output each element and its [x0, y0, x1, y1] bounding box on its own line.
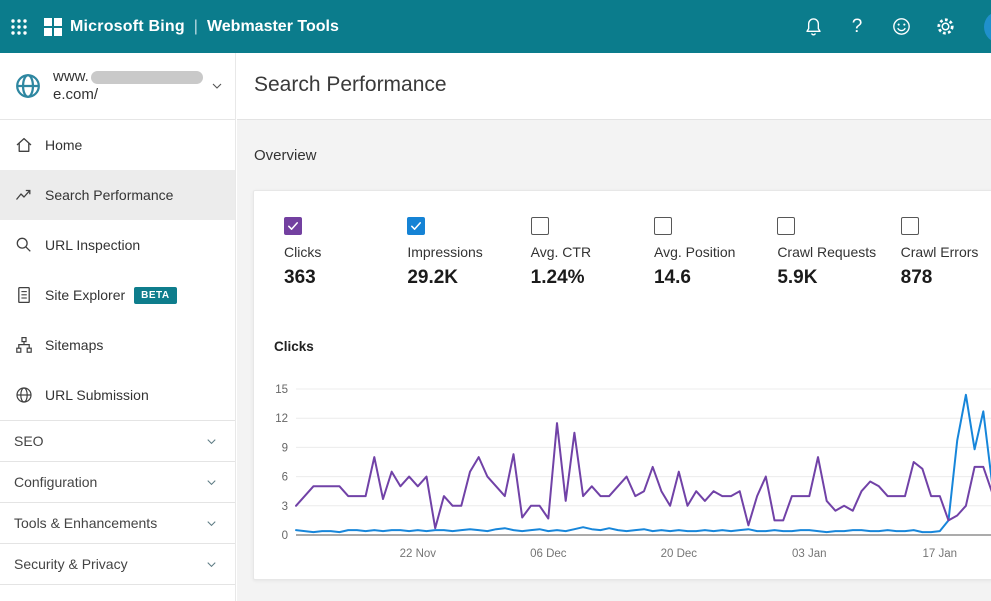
search-icon — [14, 235, 34, 255]
brand-name: Microsoft Bing — [70, 18, 185, 36]
sitemaps-icon — [14, 335, 34, 355]
page-title: Search Performance — [237, 53, 991, 97]
settings-gear-icon[interactable] — [923, 0, 967, 53]
overview-section-label: Overview — [237, 120, 991, 164]
site-explorer-icon — [14, 285, 34, 305]
chevron-down-icon — [204, 516, 219, 531]
metric-value: 878 — [901, 267, 991, 289]
beta-badge: BETA — [134, 287, 176, 304]
sidebar-section-configuration[interactable]: Configuration — [0, 462, 235, 503]
metric-crawl-errors: Crawl Errors 878 — [901, 217, 991, 289]
sidebar-item-search-performance[interactable]: Search Performance — [0, 170, 235, 220]
metric-label: Avg. Position — [654, 244, 777, 260]
check-icon — [286, 219, 300, 233]
svg-text:06 Dec: 06 Dec — [530, 548, 567, 560]
metrics-row: Clicks 363 Impressions 29.2K Avg. CTR 1.… — [254, 191, 991, 289]
clicks-chart-svg: 0 3 6 9 12 15 22 Nov 06 Dec 20 Dec 03 Jan 17 Jan — [254, 359, 991, 567]
metric-avg-position: Avg. Position 14.6 — [654, 217, 777, 289]
app-launcher-waffle-icon[interactable] — [0, 0, 38, 53]
content-header: Search Performance — [237, 53, 991, 120]
impressions-checkbox[interactable] — [407, 217, 425, 235]
metric-impressions: Impressions 29.2K — [407, 217, 530, 289]
sidebar-item-home[interactable]: Home — [0, 120, 235, 170]
metric-value: 363 — [284, 267, 407, 289]
metric-label: Crawl Requests — [777, 244, 900, 260]
metric-label: Clicks — [284, 244, 407, 260]
brand-separator: | — [194, 18, 198, 36]
user-avatar[interactable] — [984, 11, 991, 43]
metric-label: Impressions — [407, 244, 530, 260]
metric-label: Crawl Errors — [901, 244, 991, 260]
metric-clicks: Clicks 363 — [284, 217, 407, 289]
sidebar-section-seo[interactable]: SEO — [0, 421, 235, 462]
chevron-down-icon — [204, 475, 219, 490]
chevron-down-icon — [209, 78, 225, 94]
top-bar: Microsoft Bing | Webmaster Tools ? — [0, 0, 991, 53]
overview-card: Clicks 363 Impressions 29.2K Avg. CTR 1.… — [253, 190, 991, 580]
svg-text:22 Nov: 22 Nov — [400, 548, 437, 560]
crawl-errors-checkbox[interactable] — [901, 217, 919, 235]
sidebar-section-tools-enhancements[interactable]: Tools & Enhancements — [0, 503, 235, 544]
feedback-smiley-icon[interactable] — [879, 0, 923, 53]
avg-position-checkbox[interactable] — [654, 217, 672, 235]
svg-text:0: 0 — [282, 530, 288, 542]
sidebar-item-sitemaps[interactable]: Sitemaps — [0, 320, 235, 370]
chart-title: Clicks — [274, 339, 314, 354]
svg-text:9: 9 — [282, 442, 288, 454]
metric-value: 1.24% — [531, 267, 654, 289]
help-icon[interactable]: ? — [835, 0, 879, 53]
clicks-checkbox[interactable] — [284, 217, 302, 235]
metric-crawl-requests: Crawl Requests 5.9K — [777, 217, 900, 289]
notifications-bell-icon[interactable] — [791, 0, 835, 53]
sidebar-section-security-privacy[interactable]: Security & Privacy — [0, 544, 235, 585]
site-globe-icon — [13, 71, 43, 101]
svg-text:15: 15 — [275, 384, 288, 396]
chevron-down-icon — [204, 557, 219, 572]
trend-arrow-icon — [14, 185, 34, 205]
site-selector-dropdown[interactable]: www. e.com/ — [0, 53, 235, 120]
avg-ctr-checkbox[interactable] — [531, 217, 549, 235]
svg-text:20 Dec: 20 Dec — [661, 548, 698, 560]
main-content: Search Performance Overview Clicks 363 I… — [237, 53, 991, 601]
svg-text:6: 6 — [282, 472, 288, 484]
product-name[interactable]: Webmaster Tools — [207, 18, 339, 36]
metric-label: Avg. CTR — [531, 244, 654, 260]
svg-text:12: 12 — [275, 413, 288, 425]
sidebar-item-url-submission[interactable]: URL Submission — [0, 370, 235, 420]
svg-text:17 Jan: 17 Jan — [923, 548, 958, 560]
metric-value: 5.9K — [777, 267, 900, 289]
home-icon — [14, 135, 34, 155]
sidebar-item-url-inspection[interactable]: URL Inspection — [0, 220, 235, 270]
redacted-site-name — [91, 71, 203, 84]
chevron-down-icon — [204, 434, 219, 449]
svg-text:03 Jan: 03 Jan — [792, 548, 827, 560]
url-submission-globe-icon — [14, 385, 34, 405]
sidebar-item-site-explorer[interactable]: Site Explorer BETA — [0, 270, 235, 320]
site-url: www. e.com/ — [53, 68, 209, 104]
crawl-requests-checkbox[interactable] — [777, 217, 795, 235]
sidebar: www. e.com/ Home Search Performance URL … — [0, 53, 236, 601]
metric-value: 14.6 — [654, 267, 777, 289]
metric-value: 29.2K — [407, 267, 530, 289]
metric-avg-ctr: Avg. CTR 1.24% — [531, 217, 654, 289]
microsoft-logo-icon — [44, 18, 62, 36]
check-icon — [409, 219, 423, 233]
svg-text:3: 3 — [282, 501, 288, 513]
